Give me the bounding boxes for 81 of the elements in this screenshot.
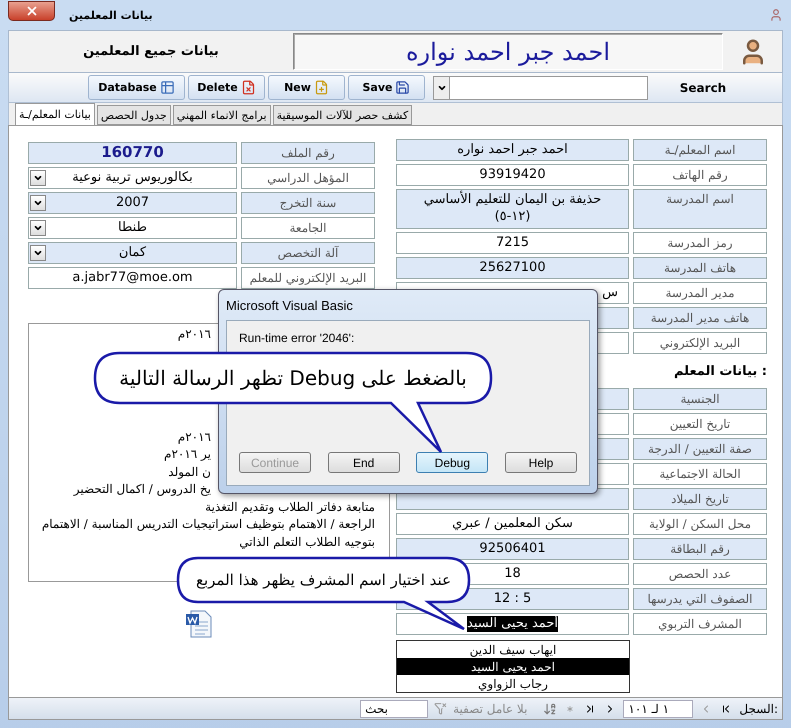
- section-heading: بيانات المعلم :: [674, 364, 767, 378]
- user-icon: [769, 8, 783, 22]
- tab[interactable]: برامج الانماء المهني: [172, 105, 271, 125]
- field-value[interactable]: 7215: [396, 232, 629, 254]
- caret-icon: [33, 173, 43, 183]
- field-label: تاريخ التعيين: [633, 413, 767, 435]
- field-label: الجامعة: [241, 217, 375, 239]
- field-value[interactable]: أحمد يحيى السيد: [396, 613, 629, 635]
- record-label: السجل:: [739, 702, 778, 716]
- field-label: الصفوف التي يدرسها: [633, 588, 767, 610]
- caret-icon: [33, 223, 43, 233]
- caret-icon: [33, 248, 43, 258]
- close-button[interactable]: [8, 1, 55, 21]
- field-label: سنة التخرج: [241, 192, 375, 214]
- field-value[interactable]: 2007: [28, 192, 237, 214]
- file-plus-icon: [314, 80, 329, 95]
- file-x-icon: [240, 80, 256, 95]
- caret-icon: [33, 198, 43, 208]
- field-label: تاريخ الميلاد: [633, 488, 767, 510]
- filter-status: بلا عامل تصفية: [453, 702, 528, 716]
- header-title: بيانات جميع المعلمين: [82, 43, 220, 61]
- field-value[interactable]: حذيفة بن اليمان للتعليم الأساسي (١٢-٥): [396, 189, 629, 229]
- table-icon: [160, 80, 175, 95]
- field-label: المؤهل الدراسي: [241, 167, 375, 189]
- close-icon: [24, 4, 38, 18]
- dialog-title: Microsoft Visual Basic: [226, 296, 353, 314]
- dropdown-button[interactable]: [30, 170, 46, 186]
- field-value[interactable]: 93919420: [396, 164, 629, 186]
- record-field[interactable]: ١ لـ ١٠١: [623, 700, 694, 718]
- field-label: رقم البطاقة: [633, 538, 767, 560]
- field-value[interactable]: 25627100: [396, 257, 629, 279]
- sort-icon[interactable]: [543, 702, 558, 716]
- field-label: الحالة الاجتماعية: [633, 463, 767, 485]
- field-value[interactable]: 160770: [28, 142, 237, 164]
- dropdown-button[interactable]: [30, 245, 46, 261]
- error-message: Run-time error '2046':: [239, 331, 354, 345]
- field-label: رقم الهاتف: [633, 164, 767, 186]
- dialog-button[interactable]: Debug: [416, 452, 488, 473]
- save-icon: [395, 80, 410, 95]
- list-option[interactable]: احمد يحيى السيد: [397, 658, 629, 675]
- teacher-name: احمد جبر احمد نواره: [293, 33, 723, 70]
- field-label: اسم المعلم/ـة: [633, 139, 767, 161]
- tab[interactable]: كشف حصر للآلات الموسيقية: [272, 105, 412, 125]
- field-label: عدد الحصص: [633, 563, 767, 585]
- document-icon[interactable]: [185, 610, 213, 638]
- field-value[interactable]: بكالوريوس تربية نوعية: [28, 167, 237, 189]
- field-value[interactable]: 92506401: [396, 538, 629, 560]
- field-value[interactable]: كمان: [28, 242, 237, 264]
- field-value[interactable]: a.jabr77@moe.om: [28, 267, 237, 289]
- tab[interactable]: جدول الحصص: [96, 105, 171, 125]
- field-label: الجنسية: [633, 388, 767, 410]
- field-label: المشرف التربوي: [633, 613, 767, 635]
- field-value[interactable]: احمد جبر احمد نواره: [396, 139, 629, 161]
- toolbar-button[interactable]: Save: [348, 75, 425, 100]
- asterisk-icon: [565, 704, 576, 714]
- field-label: البريد الإلكتروني: [633, 332, 767, 354]
- field-label: البريد الإلكتروني للمعلم: [241, 267, 375, 289]
- field-label: رقم الملف: [241, 142, 375, 164]
- field-label: مدير المدرسة: [633, 282, 767, 304]
- window-title: بيانات المعلمين: [69, 8, 154, 22]
- search-label: Search: [678, 80, 728, 94]
- dialog-button[interactable]: End: [328, 452, 400, 473]
- field-label: صفة التعيين / الدرجة: [633, 438, 767, 460]
- field-label: هاتف مدير المدرسة: [633, 307, 767, 329]
- tab[interactable]: بيانات المعلم/ـة: [15, 103, 95, 125]
- field-label: آلة التخصص: [241, 242, 375, 264]
- field-label: رمز المدرسة: [633, 232, 767, 254]
- field-value[interactable]: طنطا: [28, 217, 237, 239]
- dropdown-button[interactable]: [30, 195, 46, 211]
- search-field[interactable]: بحث: [360, 700, 428, 718]
- toolbar-button[interactable]: New: [268, 75, 345, 100]
- field-value[interactable]: سكن المعلمين / عبري: [396, 513, 629, 535]
- field-label: محل السكن / الولاية: [633, 513, 767, 535]
- field-label: هاتف المدرسة: [633, 257, 767, 279]
- toolbar-button[interactable]: Database: [88, 75, 185, 100]
- filter-icon: [434, 702, 448, 715]
- search-field[interactable]: [433, 76, 648, 100]
- toolbar-button[interactable]: Delete: [188, 75, 265, 100]
- field-label: اسم المدرسة: [633, 189, 767, 229]
- dialog-button[interactable]: Help: [505, 452, 577, 473]
- dropdown-button[interactable]: [30, 220, 46, 236]
